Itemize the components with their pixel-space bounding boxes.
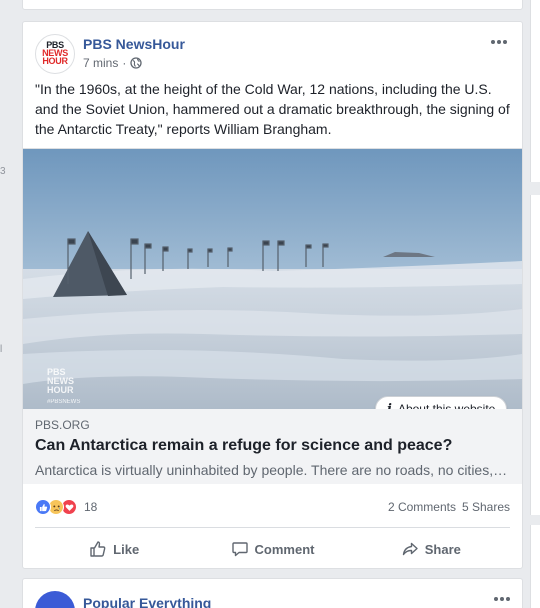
shares-count-link[interactable]: 5 Shares <box>462 500 510 514</box>
actions-divider <box>35 527 510 528</box>
avatar-logo-text: HOUR <box>42 56 68 66</box>
next-feed-post: Popular Everything <box>22 578 523 608</box>
link-preview-image[interactable]: PBS NEWS HOUR #PBSNEWS <box>23 149 522 409</box>
link-domain: PBS.ORG <box>35 418 90 432</box>
page-name-link[interactable]: PBS NewsHour <box>83 36 185 52</box>
next-post-options-icon[interactable] <box>494 597 510 601</box>
comment-label: Comment <box>254 541 315 557</box>
link-preview-card[interactable]: PBS NEWS HOUR #PBSNEWS i About this webs… <box>23 148 522 484</box>
post-options-icon[interactable] <box>488 34 510 50</box>
comment-button[interactable]: Comment <box>193 529 351 569</box>
share-arrow-icon <box>402 542 418 556</box>
like-button[interactable]: Like <box>35 529 193 569</box>
post-message: "In the 1960s, at the height of the Cold… <box>35 81 510 137</box>
antarctica-landscape-image: PBS NEWS HOUR #PBSNEWS <box>23 149 522 409</box>
separator-dot: · <box>122 56 127 70</box>
reactions-bar: 18 2 Comments 5 Shares <box>35 497 510 517</box>
right-column-edge <box>530 525 540 608</box>
link-description: Antarctica is virtually uninhabited by p… <box>35 462 510 478</box>
image-watermark: #PBSNEWS <box>47 399 80 405</box>
share-button[interactable]: Share <box>352 529 510 569</box>
post-actions: Like Comment Share <box>35 529 510 569</box>
page-avatar[interactable]: PBS NEWS HOUR <box>35 34 75 74</box>
reaction-icons[interactable] <box>35 499 77 515</box>
like-reaction-icon <box>35 499 51 515</box>
right-column-edge <box>530 0 540 182</box>
left-column-fragment: 3 <box>0 166 6 177</box>
post-header: PBS NEWS HOUR PBS NewsHour 7 mins · <box>35 34 510 74</box>
feed-post: PBS NEWS HOUR PBS NewsHour 7 mins · "In … <box>22 21 523 569</box>
like-label: Like <box>113 541 140 557</box>
image-watermark: HOUR <box>47 385 74 395</box>
right-column-edge <box>530 195 540 515</box>
left-column-fragment: l <box>0 344 3 355</box>
reaction-count[interactable]: 18 <box>84 500 97 514</box>
post-timestamp: 7 mins · <box>83 56 142 70</box>
post-time-text[interactable]: 7 mins <box>83 56 118 70</box>
globe-icon[interactable] <box>130 57 142 69</box>
previous-post-card <box>22 0 523 10</box>
next-page-name-link[interactable]: Popular Everything <box>83 595 211 608</box>
link-title[interactable]: Can Antarctica remain a refuge for scien… <box>35 436 510 456</box>
comment-icon <box>231 542 248 557</box>
thumbs-up-icon <box>90 541 106 557</box>
next-page-avatar[interactable] <box>35 591 75 608</box>
comments-count-link[interactable]: 2 Comments <box>388 500 456 514</box>
engagement-counts: 2 Comments 5 Shares <box>388 500 510 514</box>
link-preview-meta[interactable]: PBS.ORG Can Antarctica remain a refuge f… <box>23 409 522 484</box>
share-label: Share <box>424 541 461 557</box>
